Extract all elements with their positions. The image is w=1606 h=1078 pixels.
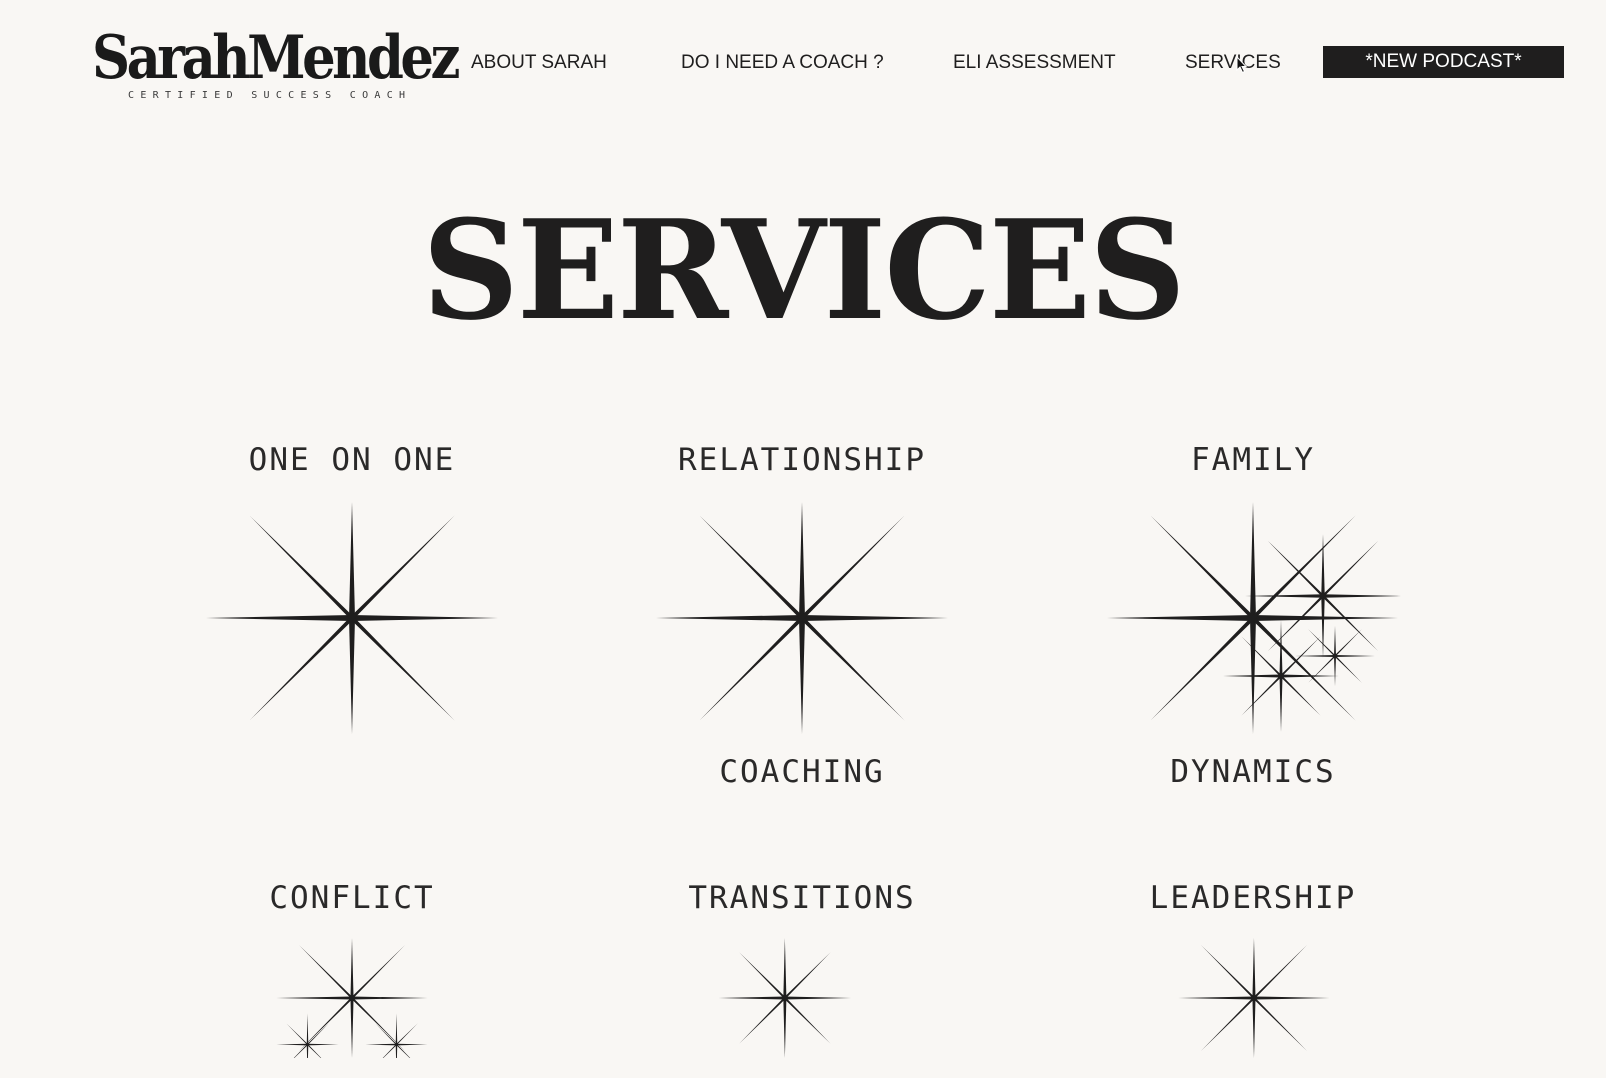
service-card-transitions[interactable]: TRANSITIONS [582,878,1022,1078]
nav-item-eli-assessment[interactable]: ELI ASSESSMENT [953,48,1116,78]
nav-item-about-sarah[interactable]: ABOUT SARAH [471,48,607,78]
service-title: CONFLICT [269,880,435,916]
sparkle-icon [206,502,498,734]
mouse-cursor-icon [1236,56,1248,74]
service-title: RELATIONSHIP [678,442,926,478]
nav-item-do-i-need-a-coach[interactable]: DO I NEED A COACH ? [681,48,884,78]
page-title: SERVICES [422,189,1186,351]
service-card-one-on-one[interactable]: ONE ON ONE [132,440,572,820]
sparkle-icon [718,938,852,1058]
service-subtitle: DYNAMICS [1170,754,1336,790]
service-title: LEADERSHIP [1149,880,1357,916]
service-card-family-dynamics[interactable]: FAMILY DYNAMICS [1033,440,1473,820]
site-header: SarahMendez CERTIFIED SUCCESS COACH ABOU… [0,0,1606,130]
logo-tagline: CERTIFIED SUCCESS COACH [128,90,412,101]
service-title: FAMILY [1191,442,1315,478]
service-card-leadership[interactable]: LEADERSHIP [1033,878,1473,1078]
sparkle-icon [1178,938,1330,1058]
sparkle-cluster-icon [1107,502,1401,734]
sparkle-icon [656,502,948,734]
service-card-relationship-coaching[interactable]: RELATIONSHIP COACHING [582,440,1022,820]
service-card-conflict[interactable]: CONFLICT [132,878,572,1078]
service-title: TRANSITIONS [688,880,916,916]
sparkle-cluster-icon [276,938,428,1058]
service-subtitle: COACHING [719,754,885,790]
new-podcast-button[interactable]: *NEW PODCAST* [1323,46,1564,78]
service-title: ONE ON ONE [248,442,456,478]
nav-item-services[interactable]: SERVICES [1185,48,1281,78]
